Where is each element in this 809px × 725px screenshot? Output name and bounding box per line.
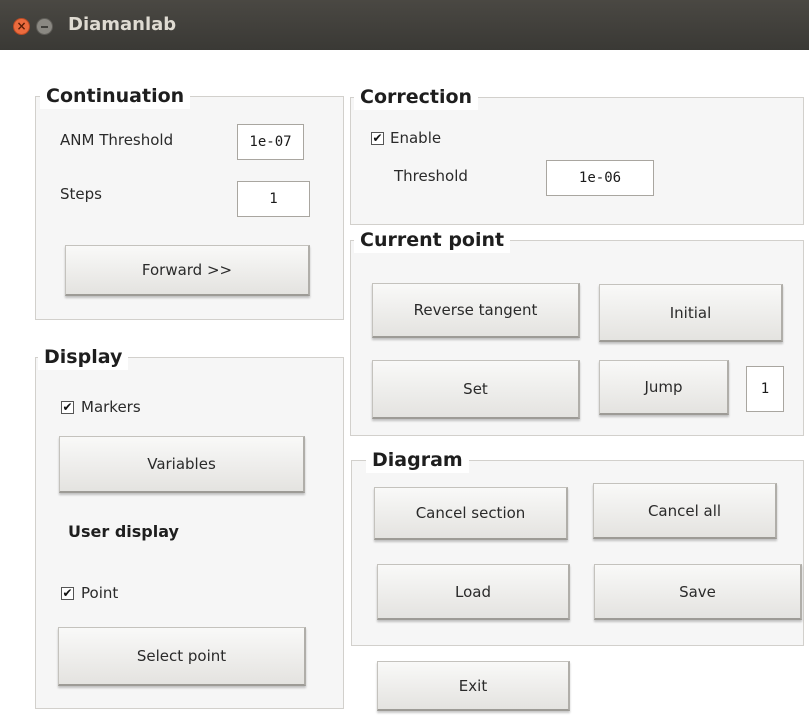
continuation-legend: Continuation xyxy=(40,83,191,109)
steps-input[interactable]: 1 xyxy=(237,181,310,217)
variables-button[interactable]: Variables xyxy=(59,436,305,493)
steps-label: Steps xyxy=(60,185,102,203)
display-panel: Display ✔ Markers Variables User display… xyxy=(35,344,344,709)
anm-threshold-input[interactable]: 1e-07 xyxy=(237,124,304,160)
current-point-legend: Current point xyxy=(354,227,511,253)
jump-button[interactable]: Jump xyxy=(599,360,729,415)
exit-button[interactable]: Exit xyxy=(377,661,570,711)
enable-label: Enable xyxy=(390,129,442,147)
correction-legend: Correction xyxy=(354,84,479,110)
jump-input[interactable]: 1 xyxy=(746,366,784,412)
point-label: Point xyxy=(81,584,119,602)
continuation-panel: Continuation ANM Threshold 1e-07 Steps 1… xyxy=(35,83,344,320)
diagram-panel: Diagram Cancel section Cancel all Load S… xyxy=(351,447,804,646)
display-legend: Display xyxy=(38,344,129,370)
correction-threshold-input[interactable]: 1e-06 xyxy=(546,160,654,196)
initial-button[interactable]: Initial xyxy=(599,284,783,342)
user-display-label: User display xyxy=(68,522,179,541)
select-point-button[interactable]: Select point xyxy=(58,627,306,686)
diagram-legend: Diagram xyxy=(366,447,469,473)
load-button[interactable]: Load xyxy=(377,564,570,620)
cancel-all-button[interactable]: Cancel all xyxy=(593,483,777,539)
window-title: Diamanlab xyxy=(68,14,177,35)
markers-checkbox[interactable]: ✔ xyxy=(61,401,74,414)
close-window-button[interactable]: × xyxy=(13,18,30,35)
set-button[interactable]: Set xyxy=(372,360,580,419)
minimize-window-button[interactable] xyxy=(36,18,53,35)
threshold-label: Threshold xyxy=(394,167,468,185)
enable-checkbox[interactable]: ✔ xyxy=(371,132,384,145)
anm-threshold-label: ANM Threshold xyxy=(60,131,174,149)
point-checkbox[interactable]: ✔ xyxy=(61,587,74,600)
save-button[interactable]: Save xyxy=(594,564,802,620)
correction-panel: Correction ✔ Enable Threshold 1e-06 xyxy=(350,84,804,225)
current-point-panel: Current point Reverse tangent Initial Se… xyxy=(350,227,804,436)
forward-button[interactable]: Forward >> xyxy=(65,245,310,296)
markers-label: Markers xyxy=(81,398,141,416)
reverse-tangent-button[interactable]: Reverse tangent xyxy=(372,283,580,338)
title-bar: × Diamanlab xyxy=(0,0,809,50)
close-icon: × xyxy=(16,19,27,33)
cancel-section-button[interactable]: Cancel section xyxy=(374,487,568,540)
